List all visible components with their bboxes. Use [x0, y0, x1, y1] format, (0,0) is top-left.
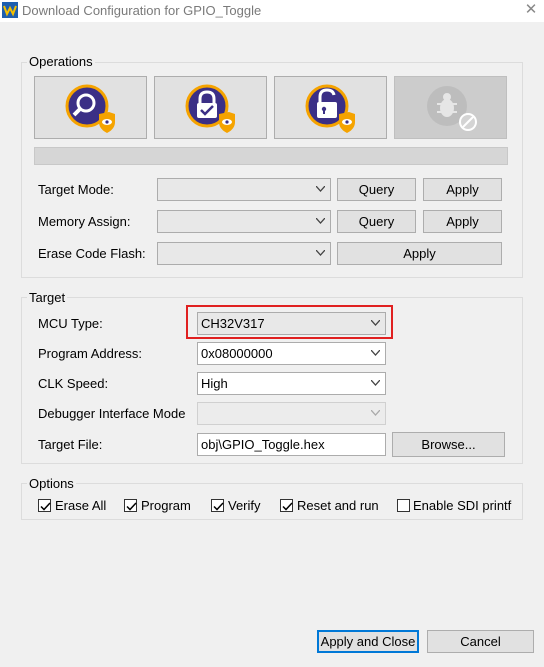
- chevron-down-icon: [371, 320, 380, 326]
- program-checkbox[interactable]: [124, 499, 137, 512]
- debugger-interface-mode-select[interactable]: [197, 402, 386, 425]
- erase-all-checkbox[interactable]: [38, 499, 51, 512]
- chevron-down-icon: [316, 218, 325, 224]
- erase-code-flash-label: Erase Code Flash:: [38, 246, 146, 261]
- query-magnifier-shield-icon: [65, 84, 115, 133]
- checkmark-icon: [213, 502, 224, 511]
- clk-speed-select[interactable]: High: [197, 372, 386, 395]
- reset-and-run-checkbox[interactable]: [280, 499, 293, 512]
- apply-and-close-button[interactable]: Apply and Close: [317, 630, 419, 653]
- verify-label[interactable]: Verify: [228, 498, 261, 514]
- program-address-label: Program Address:: [38, 346, 143, 361]
- memory-assign-label: Memory Assign:: [38, 214, 131, 229]
- debug-operation-button[interactable]: [394, 76, 507, 139]
- unlock-shield-icon: [305, 84, 355, 133]
- erase-code-flash-apply-button[interactable]: Apply: [337, 242, 502, 265]
- program-label[interactable]: Program: [141, 498, 191, 514]
- lock-check-shield-icon: [185, 84, 235, 133]
- memory-assign-select[interactable]: [157, 210, 331, 233]
- chevron-down-icon: [316, 250, 325, 256]
- mcu-type-value: CH32V317: [201, 316, 265, 331]
- window-title: Download Configuration for GPIO_Toggle: [22, 3, 262, 18]
- chevron-down-icon: [316, 186, 325, 192]
- cancel-button[interactable]: Cancel: [427, 630, 534, 653]
- query-operation-button[interactable]: [34, 76, 147, 139]
- verify-checkbox[interactable]: [211, 499, 224, 512]
- program-address-value: 0x08000000: [201, 346, 273, 361]
- debugger-interface-mode-label: Debugger Interface Mode: [38, 406, 186, 421]
- erase-all-label[interactable]: Erase All: [55, 498, 106, 514]
- checkmark-icon: [126, 502, 137, 511]
- chevron-down-icon: [371, 350, 380, 356]
- reset-and-run-label[interactable]: Reset and run: [297, 498, 379, 514]
- enable-sdi-printf-label[interactable]: Enable SDI printf: [413, 498, 511, 514]
- chevron-down-icon: [371, 380, 380, 386]
- progress-bar: [34, 147, 508, 165]
- memory-assign-apply-button[interactable]: Apply: [423, 210, 502, 233]
- unprotect-operation-button[interactable]: [274, 76, 387, 139]
- close-icon[interactable]: ✕: [520, 0, 542, 22]
- browse-button[interactable]: Browse...: [392, 432, 505, 457]
- erase-code-flash-select[interactable]: [157, 242, 331, 265]
- target-file-label: Target File:: [38, 437, 103, 452]
- enable-sdi-printf-checkbox[interactable]: [397, 499, 410, 512]
- checkmark-icon: [282, 502, 293, 511]
- checkmark-icon: [40, 502, 51, 511]
- memory-assign-query-button[interactable]: Query: [337, 210, 416, 233]
- mcu-type-select[interactable]: CH32V317: [197, 312, 386, 335]
- target-group-label: Target: [27, 290, 68, 305]
- chevron-down-icon: [371, 410, 380, 416]
- operations-group-label: Operations: [27, 54, 95, 69]
- target-mode-query-button[interactable]: Query: [337, 178, 416, 201]
- target-file-value: obj\GPIO_Toggle.hex: [201, 437, 325, 452]
- protect-operation-button[interactable]: [154, 76, 267, 139]
- target-mode-select[interactable]: [157, 178, 331, 201]
- mcu-type-label: MCU Type:: [38, 316, 103, 331]
- clk-speed-label: CLK Speed:: [38, 376, 109, 391]
- wch-logo-icon: [2, 2, 18, 18]
- program-address-select[interactable]: 0x08000000: [197, 342, 386, 365]
- target-file-input[interactable]: obj\GPIO_Toggle.hex: [197, 433, 386, 456]
- clk-speed-value: High: [201, 376, 228, 391]
- target-mode-label: Target Mode:: [38, 182, 114, 197]
- options-group-label: Options: [27, 476, 76, 491]
- debug-bug-disabled-icon: [426, 85, 477, 131]
- target-mode-apply-button[interactable]: Apply: [423, 178, 502, 201]
